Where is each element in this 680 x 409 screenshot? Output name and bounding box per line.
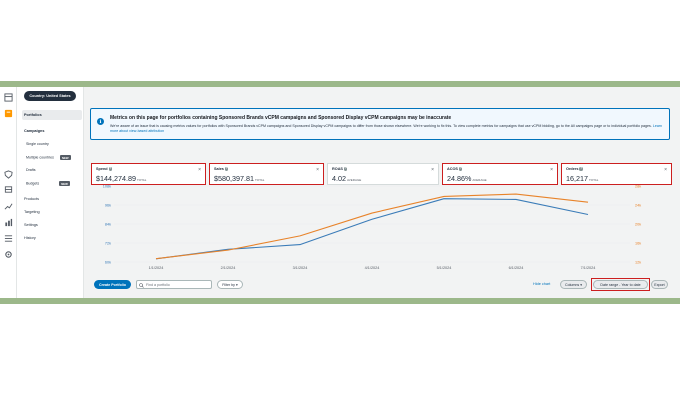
- metric-label-text: ROAS: [332, 167, 343, 171]
- close-icon[interactable]: ×: [198, 167, 201, 173]
- dashboard-icon[interactable]: [4, 93, 13, 102]
- close-icon[interactable]: ×: [316, 167, 319, 173]
- help-icon[interactable]: ?: [108, 167, 113, 171]
- help-icon[interactable]: ?: [343, 167, 348, 171]
- chevron-down-icon: ▾: [235, 282, 238, 287]
- nav-item-label: Multiple countries: [26, 155, 54, 160]
- export-button[interactable]: Export: [651, 280, 668, 289]
- reports-icon[interactable]: [4, 218, 13, 227]
- metric-label-text: ACOS: [447, 167, 458, 171]
- portfolio-search-input[interactable]: Find a portfolio: [136, 280, 212, 289]
- search-placeholder: Find a portfolio: [146, 282, 170, 287]
- help-icon[interactable]: ?: [579, 167, 583, 171]
- nav-item-products[interactable]: Products: [24, 197, 39, 201]
- info-banner: i Metrics on this page for portfolios co…: [90, 108, 670, 140]
- list-icon[interactable]: [4, 234, 13, 243]
- left-nav: Country: United States Portfolios Campai…: [17, 87, 84, 298]
- search-icon: [139, 282, 144, 288]
- filter-label: Filter by: [222, 282, 235, 287]
- nav-item-budgets[interactable]: Budgets NEW: [26, 181, 70, 186]
- create-portfolio-button[interactable]: Create Portfolio: [94, 280, 131, 289]
- x-tick-label: 6/1/2024: [509, 266, 524, 270]
- nav-item-history[interactable]: History: [24, 236, 36, 240]
- date-range-button[interactable]: Date range - Year to date: [593, 280, 648, 289]
- app-screen: Country: United States Portfolios Campai…: [0, 87, 680, 298]
- main-content: i Metrics on this page for portfolios co…: [90, 104, 676, 298]
- banner-text: We're aware of an issue that is causing …: [110, 124, 664, 134]
- nav-item-single-country[interactable]: Single country: [26, 142, 49, 146]
- x-tick-label: 5/1/2024: [437, 266, 452, 270]
- close-icon[interactable]: ×: [431, 167, 434, 173]
- y-right-tick-label: 12k: [635, 260, 641, 264]
- y-right-tick-label: 24k: [635, 203, 641, 207]
- y-left-tick-label: 72k: [105, 241, 111, 245]
- metric-label: Sales?: [214, 167, 229, 171]
- metric-label: ROAS?: [332, 167, 348, 171]
- y-right-tick-label: 28k: [635, 184, 641, 188]
- y-left-tick-label: 108k: [103, 184, 111, 188]
- metric-label: Spend?: [96, 167, 113, 171]
- series-line-1: [155, 198, 589, 260]
- close-icon[interactable]: ×: [550, 167, 553, 173]
- columns-dropdown[interactable]: Columns ▾: [560, 280, 587, 289]
- shield-icon[interactable]: [4, 170, 13, 179]
- metric-label: ACOS?: [447, 167, 463, 171]
- bottom-band: [0, 298, 680, 304]
- banner-message: We're aware of an issue that is causing …: [110, 124, 652, 128]
- y-left-tick-label: 60k: [105, 260, 111, 264]
- help-icon[interactable]: ?: [224, 167, 229, 171]
- x-tick-label: 2/1/2024: [221, 266, 236, 270]
- y-left-tick-label: 96k: [105, 203, 111, 207]
- performance-chart: 60k 12k 72k 16k 84k 20k 96k 24k 108k 28k 1/1/2024 2…: [103, 184, 641, 270]
- y-left-tick-label: 84k: [105, 222, 111, 226]
- nav-section-campaigns[interactable]: Campaigns: [24, 129, 44, 133]
- nav-item-settings[interactable]: Settings: [24, 223, 38, 227]
- close-icon[interactable]: ×: [664, 167, 667, 173]
- trend-icon[interactable]: [4, 202, 13, 211]
- x-tick-label: 4/1/2024: [365, 266, 380, 270]
- campaign-manager-icon[interactable]: [4, 109, 13, 118]
- gear-icon[interactable]: [4, 250, 13, 259]
- chevron-down-icon: ▾: [580, 282, 582, 287]
- nav-item-label: Budgets: [26, 181, 40, 186]
- metric-label-text: Spend: [96, 167, 108, 171]
- filter-by-dropdown[interactable]: Filter by ▾: [217, 280, 243, 289]
- nav-item-portfolios[interactable]: Portfolios: [22, 110, 82, 120]
- y-right-tick-label: 16k: [635, 241, 641, 245]
- series-line-2: [155, 193, 589, 260]
- hide-chart-link[interactable]: Hide chart: [533, 282, 550, 286]
- x-tick-label: 7/1/2024: [581, 266, 596, 270]
- info-icon: i: [97, 118, 104, 125]
- x-tick-label: 3/1/2024: [293, 266, 308, 270]
- new-badge: NEW: [59, 181, 70, 186]
- metric-label-text: Orders: [566, 167, 579, 171]
- metric-label: Orders?: [566, 167, 583, 171]
- x-tick-label: 1/1/2024: [149, 266, 164, 270]
- help-icon[interactable]: ?: [458, 167, 463, 171]
- y-right-tick-label: 20k: [635, 222, 641, 226]
- country-selector-button[interactable]: Country: United States: [24, 91, 76, 101]
- metric-label-text: Sales: [214, 167, 224, 171]
- nav-item-multiple-countries[interactable]: Multiple countries NEW: [26, 155, 71, 160]
- nav-item-drafts[interactable]: Drafts: [26, 168, 36, 172]
- columns-label: Columns: [565, 282, 580, 287]
- nav-item-targeting[interactable]: Targeting: [24, 210, 40, 214]
- icon-rail: [0, 87, 17, 298]
- banner-title: Metrics on this page for portfolios cont…: [110, 115, 452, 121]
- new-badge: NEW: [59, 155, 71, 160]
- layers-icon[interactable]: [4, 185, 13, 194]
